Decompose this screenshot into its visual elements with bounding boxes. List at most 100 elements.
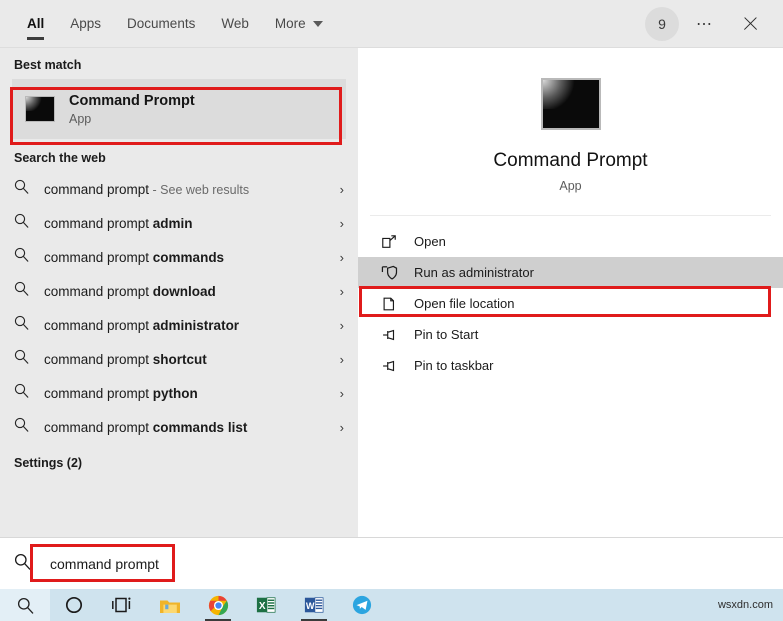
action-open[interactable]: Open bbox=[358, 226, 783, 257]
search-icon bbox=[17, 597, 33, 614]
suggestion-item[interactable]: command prompt commands › bbox=[0, 240, 358, 274]
taskbar-telegram-button[interactable] bbox=[338, 589, 386, 621]
suggestion-label-bold: commands bbox=[152, 249, 225, 265]
search-input[interactable]: command prompt bbox=[44, 556, 159, 572]
window-controls: 9 ⋯ bbox=[645, 0, 783, 47]
preview-pane: Command Prompt App Open Run as administra… bbox=[358, 48, 783, 537]
chevron-right-icon: › bbox=[339, 385, 344, 401]
suggestion-label-bold: administrator bbox=[152, 317, 240, 333]
search-icon bbox=[14, 213, 44, 233]
watermark: wsxdn.com bbox=[717, 599, 773, 611]
tab-web-label: Web bbox=[221, 16, 249, 31]
close-button[interactable] bbox=[729, 4, 771, 44]
filter-tabbar: All Apps Documents Web More 9 ⋯ bbox=[0, 0, 783, 48]
action-run-as-administrator[interactable]: Run as administrator bbox=[358, 257, 783, 288]
taskbar-file-explorer-button[interactable] bbox=[146, 589, 194, 621]
search-flyout: All Apps Documents Web More 9 ⋯ Best mat… bbox=[0, 0, 783, 537]
suggestion-item[interactable]: command prompt - See web results › bbox=[0, 172, 358, 206]
preview-subtitle: App bbox=[559, 179, 582, 193]
search-icon bbox=[14, 553, 44, 575]
suggestion-item[interactable]: command prompt administrator › bbox=[0, 308, 358, 342]
taskbar-word-button[interactable]: W bbox=[290, 589, 338, 621]
chevron-right-icon: › bbox=[339, 181, 344, 197]
taskbar-search-button[interactable] bbox=[0, 589, 50, 621]
preview-title: Command Prompt bbox=[493, 150, 648, 171]
action-open-file-location[interactable]: Open file location bbox=[358, 288, 783, 319]
suggestion-label: command prompt shortcut bbox=[44, 351, 207, 367]
tab-apps[interactable]: Apps bbox=[57, 0, 114, 47]
chevron-right-icon: › bbox=[339, 351, 344, 367]
action-label: Run as administrator bbox=[414, 265, 534, 280]
action-list: Open Run as administrator Open file locati… bbox=[358, 216, 783, 381]
taskbar-task-view-button[interactable] bbox=[98, 589, 146, 621]
suggestion-label: command prompt python bbox=[44, 385, 198, 401]
svg-text:W: W bbox=[306, 601, 315, 611]
best-match-title: Command Prompt bbox=[69, 92, 195, 109]
action-pin-to-start[interactable]: Pin to Start bbox=[358, 319, 783, 350]
search-icon bbox=[14, 315, 44, 335]
web-suggestion-list: command prompt - See web results › command… bbox=[0, 172, 358, 444]
tab-apps-label: Apps bbox=[70, 16, 102, 31]
action-label: Pin to Start bbox=[414, 327, 479, 342]
cortana-icon bbox=[65, 596, 83, 614]
suggestion-label-bold: download bbox=[152, 283, 216, 299]
tab-web[interactable]: Web bbox=[208, 0, 262, 47]
suggestion-label: command prompt admin bbox=[44, 215, 193, 231]
search-icon bbox=[14, 247, 44, 267]
search-icon bbox=[14, 383, 44, 403]
search-bar[interactable]: command prompt bbox=[0, 537, 783, 589]
word-icon: W bbox=[304, 597, 324, 613]
more-options-button[interactable]: ⋯ bbox=[683, 4, 725, 44]
suggestion-label: command prompt commands list bbox=[44, 419, 248, 435]
windows-search-screen: All Apps Documents Web More 9 ⋯ Best mat… bbox=[0, 0, 783, 621]
tab-documents[interactable]: Documents bbox=[114, 0, 208, 47]
suggestion-label: command prompt administrator bbox=[44, 317, 240, 333]
command-prompt-icon-large bbox=[540, 78, 601, 130]
results-list: Best match Command Prompt App Search the… bbox=[0, 48, 358, 537]
avatar[interactable]: 9 bbox=[645, 6, 679, 41]
suggestion-item[interactable]: command prompt python › bbox=[0, 376, 358, 410]
open-external-icon bbox=[380, 233, 398, 251]
chevron-right-icon: › bbox=[339, 215, 344, 231]
suggestion-item[interactable]: command prompt commands list › bbox=[0, 410, 358, 444]
settings-header: Settings (2) bbox=[14, 456, 83, 470]
taskbar-excel-button[interactable]: X bbox=[242, 589, 290, 621]
chevron-right-icon: › bbox=[339, 249, 344, 265]
suggestion-label-bold: shortcut bbox=[152, 351, 207, 367]
best-match-header: Best match bbox=[14, 58, 82, 72]
task-view-icon bbox=[112, 597, 131, 613]
suggestion-item[interactable]: command prompt admin › bbox=[0, 206, 358, 240]
chrome-icon bbox=[208, 595, 228, 615]
suggestion-label-bold: python bbox=[152, 385, 198, 401]
best-match-text: Command Prompt App bbox=[69, 93, 195, 126]
best-match-item[interactable]: Command Prompt App bbox=[12, 79, 346, 139]
suggestion-label: command prompt - See web results bbox=[44, 181, 250, 197]
telegram-icon bbox=[352, 595, 372, 615]
suggestion-label: command prompt download bbox=[44, 283, 216, 299]
search-web-header: Search the web bbox=[14, 151, 106, 165]
search-icon bbox=[14, 179, 44, 199]
best-match-wrap: Command Prompt App bbox=[0, 79, 358, 139]
suggestion-label-bold: admin bbox=[152, 215, 193, 231]
tab-documents-label: Documents bbox=[127, 16, 196, 31]
suggestion-item[interactable]: command prompt download › bbox=[0, 274, 358, 308]
suggestion-label: command prompt commands bbox=[44, 249, 225, 265]
search-icon bbox=[14, 281, 44, 301]
search-icon bbox=[14, 349, 44, 369]
command-prompt-icon bbox=[25, 96, 55, 122]
excel-icon: X bbox=[256, 597, 276, 613]
chevron-right-icon: › bbox=[339, 317, 344, 333]
taskbar-cortana-button[interactable] bbox=[50, 589, 98, 621]
taskbar-chrome-button[interactable] bbox=[194, 589, 242, 621]
suggestion-item[interactable]: command prompt shortcut › bbox=[0, 342, 358, 376]
action-label: Open file location bbox=[414, 296, 515, 311]
action-pin-to-taskbar[interactable]: Pin to taskbar bbox=[358, 350, 783, 381]
search-icon bbox=[14, 417, 44, 437]
file-explorer-icon bbox=[160, 600, 180, 613]
shield-icon bbox=[380, 264, 398, 282]
chevron-right-icon: › bbox=[339, 283, 344, 299]
tab-all[interactable]: All bbox=[14, 0, 57, 47]
folder-icon bbox=[380, 295, 398, 313]
see-web-results-note: - See web results bbox=[149, 182, 250, 197]
tab-more[interactable]: More bbox=[262, 0, 336, 47]
